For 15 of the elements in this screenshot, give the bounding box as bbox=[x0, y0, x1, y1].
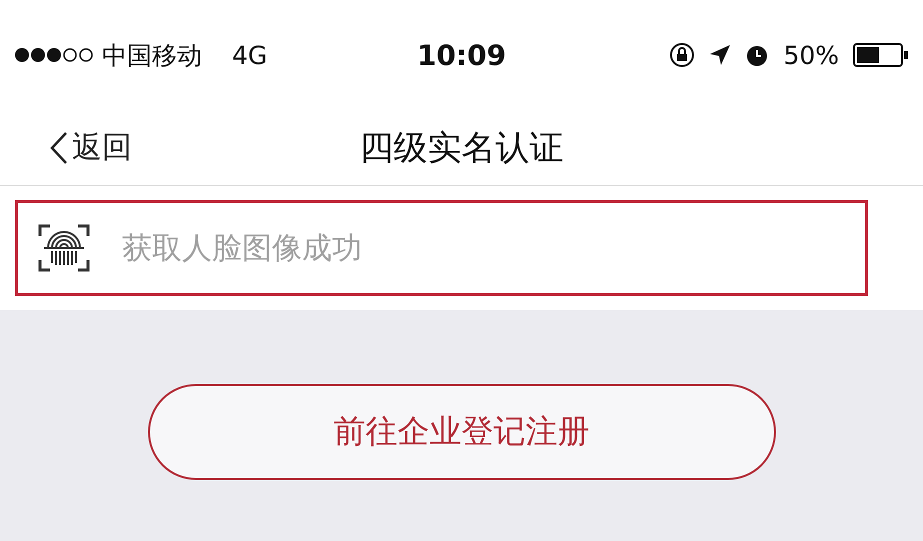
face-capture-field-frame[interactable]: 获取人脸图像成功 bbox=[15, 200, 868, 296]
battery-icon bbox=[853, 43, 910, 67]
chevron-left-icon bbox=[50, 130, 68, 164]
carrier-name: 中国移动 bbox=[102, 40, 202, 72]
rotation-lock-icon bbox=[669, 42, 696, 68]
location-arrow-icon bbox=[709, 44, 732, 66]
fingerprint-scan-icon bbox=[38, 224, 90, 272]
signal-strength-icon bbox=[14, 46, 94, 64]
clock-time: 10:09 bbox=[416, 38, 506, 72]
page-title: 四级实名认证 bbox=[360, 126, 564, 170]
battery-percentage: 50% bbox=[783, 40, 840, 70]
face-capture-field[interactable]: 获取人脸图像成功 bbox=[120, 230, 865, 266]
back-button[interactable]: 返回 bbox=[0, 127, 132, 168]
network-type: 4G bbox=[232, 40, 268, 70]
register-button[interactable]: 前往企业登记注册 bbox=[148, 384, 776, 480]
